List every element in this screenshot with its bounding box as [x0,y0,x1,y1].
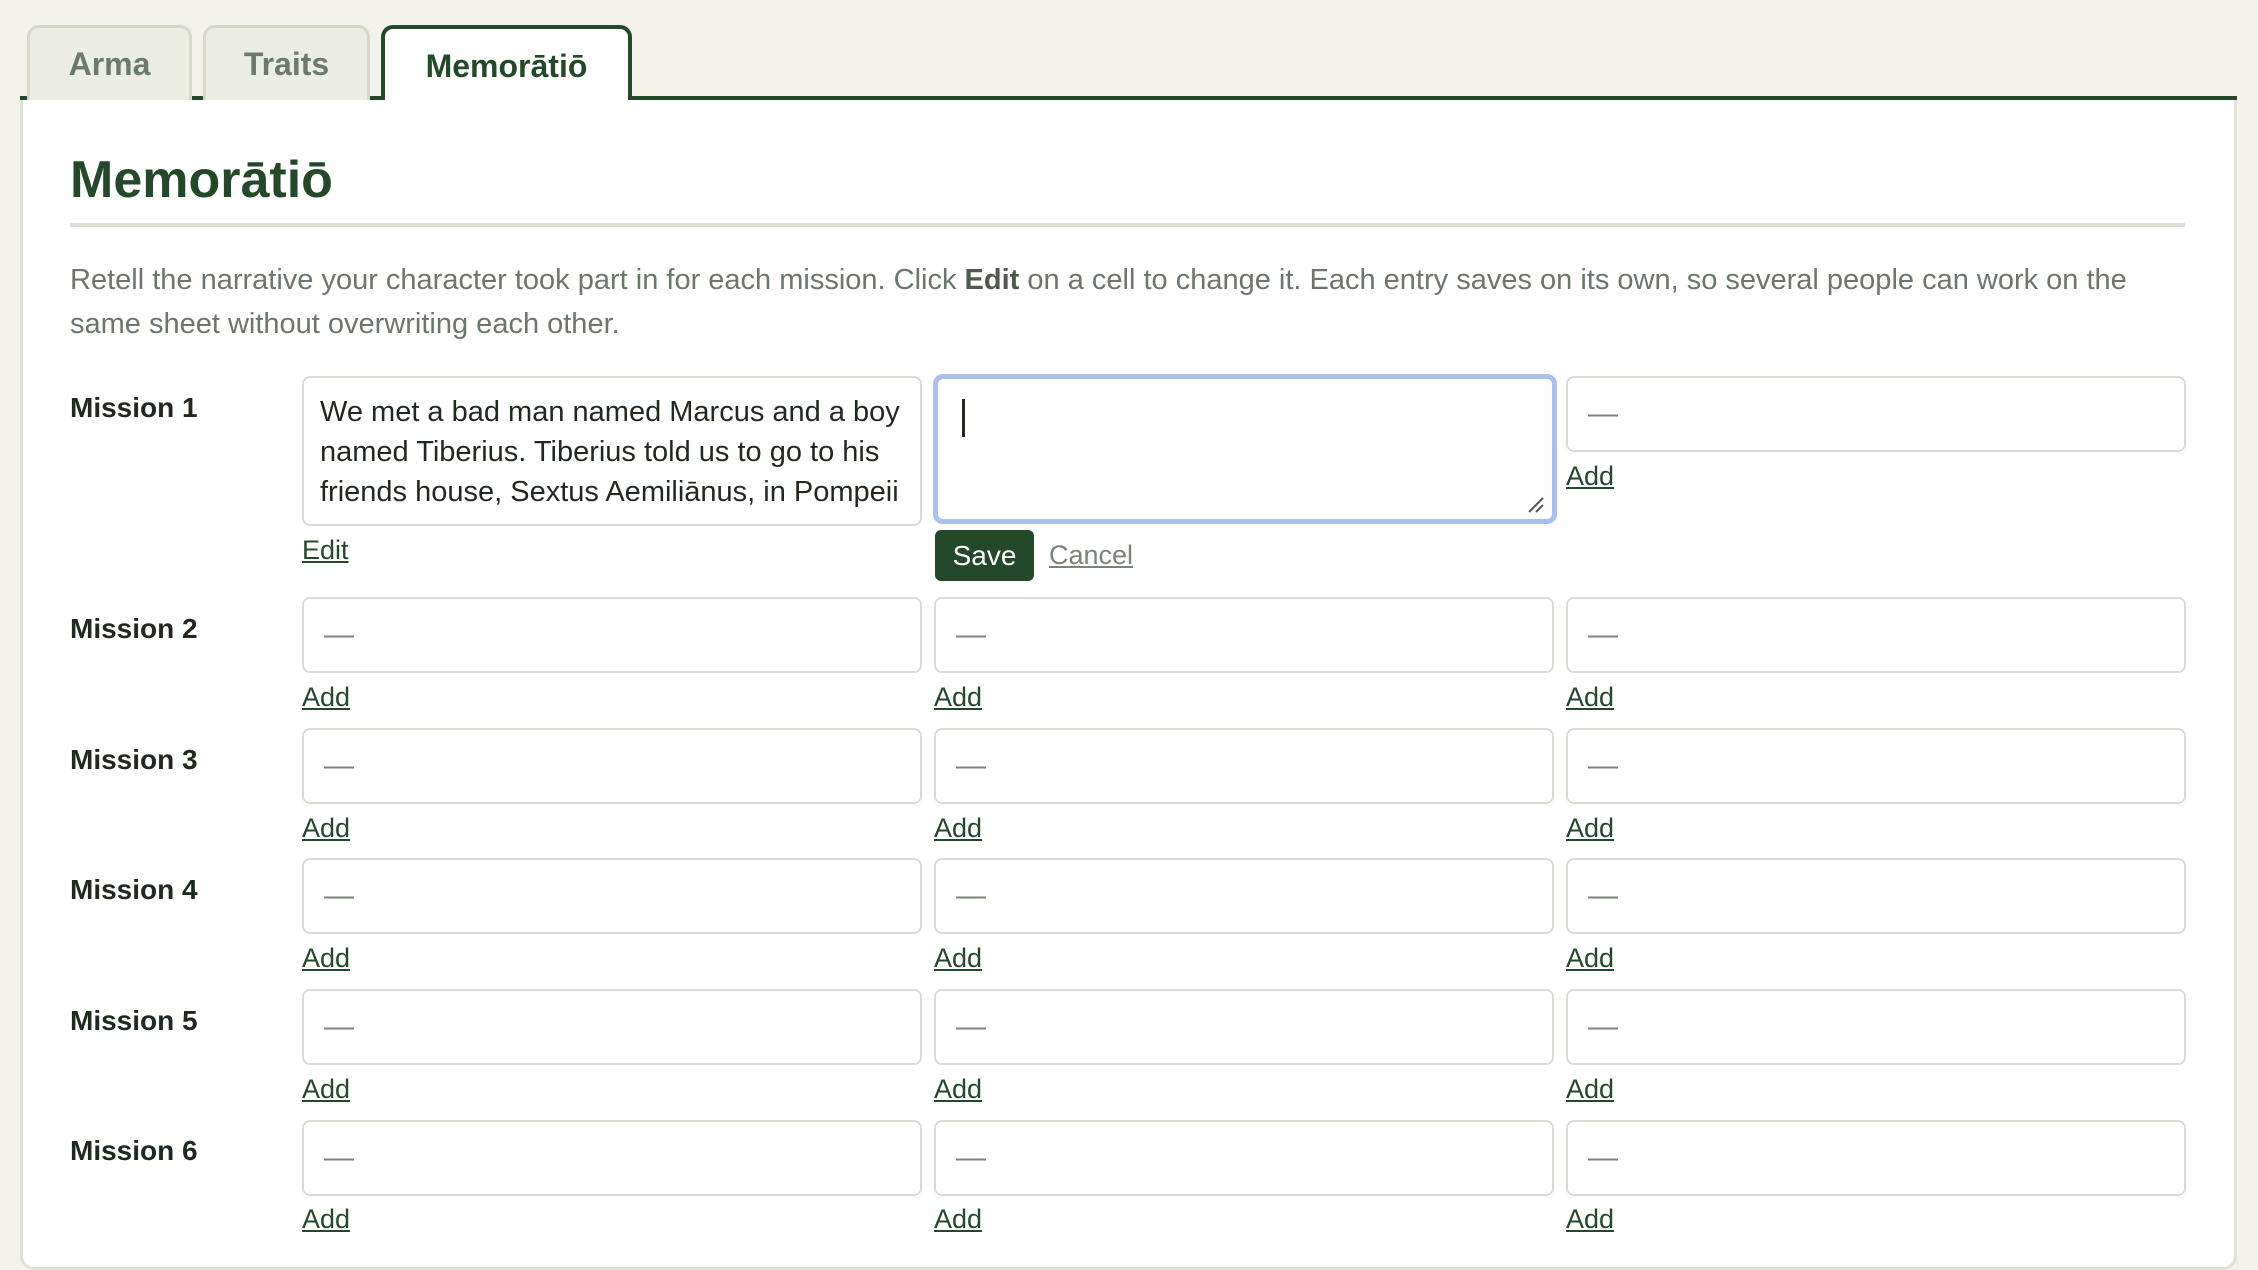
edit-link[interactable]: Edit [302,535,349,566]
mission-label: Mission 2 [70,613,198,644]
add-link[interactable]: Add [1566,1204,1614,1235]
mission-2-entry-2: — [934,597,1554,673]
mission-6-entry-1: — [302,1120,922,1196]
mission-2-entry-1: — [302,597,922,673]
tab-arma[interactable]: Arma [27,25,192,100]
add-link[interactable]: Add [1566,1074,1614,1105]
add-link[interactable]: Add [302,1204,350,1235]
add-link[interactable]: Add [934,1074,982,1105]
add-link[interactable]: Add [1566,943,1614,974]
mission-5-entry-2: — [934,989,1554,1065]
intro-text-part: Retell the narrative your character took… [70,264,965,296]
add-link[interactable]: Add [934,943,982,974]
mission-1-entry-1: We met a bad man named Marcus and a boy … [302,376,922,526]
mission-3-entry-1: — [302,728,922,804]
add-link[interactable]: Add [934,813,982,844]
add-link[interactable]: Add [1566,461,1614,492]
entry-textarea[interactable] [956,389,1534,509]
add-link[interactable]: Add [1566,813,1614,844]
mission-3-entry-3: — [1566,728,2186,804]
mission-1-entry-3: — [1566,376,2186,452]
text-caret [962,399,965,437]
resize-grip-icon[interactable] [1526,495,1544,513]
mission-5-entry-1: — [302,989,922,1065]
mission-label: Mission 3 [70,744,198,775]
mission-label: Mission 6 [70,1135,198,1166]
add-link[interactable]: Add [302,1074,350,1105]
mission-4-entry-3: — [1566,858,2186,934]
tab-memoratio[interactable]: Memorātiō [381,25,632,104]
mission-6-entry-3: — [1566,1120,2186,1196]
title-divider [70,223,2185,227]
mission-5-entry-3: — [1566,989,2186,1065]
mission-3-entry-2: — [934,728,1554,804]
page-title: Memorātiō [70,151,333,209]
mission-6-entry-2: — [934,1120,1554,1196]
add-link[interactable]: Add [1566,682,1614,713]
add-link[interactable]: Add [934,1204,982,1235]
mission-2-entry-3: — [1566,597,2186,673]
save-button[interactable]: Save [935,530,1034,581]
add-link[interactable]: Add [934,682,982,713]
add-link[interactable]: Add [302,813,350,844]
mission-4-entry-2: — [934,858,1554,934]
intro-text: Retell the narrative your character took… [70,258,2200,346]
mission-4-entry-1: — [302,858,922,934]
mission-label: Mission 1 [70,392,198,423]
mission-label: Mission 4 [70,874,198,905]
mission-label: Mission 5 [70,1005,198,1036]
tab-bar: Arma Traits Memorātiō [20,0,2237,104]
add-link[interactable]: Add [302,943,350,974]
cancel-link[interactable]: Cancel [1049,540,1133,571]
add-link[interactable]: Add [302,682,350,713]
mission-1-entry-2-editor[interactable] [933,374,1557,524]
intro-edit-keyword: Edit [964,264,1020,296]
tab-traits[interactable]: Traits [203,25,370,100]
